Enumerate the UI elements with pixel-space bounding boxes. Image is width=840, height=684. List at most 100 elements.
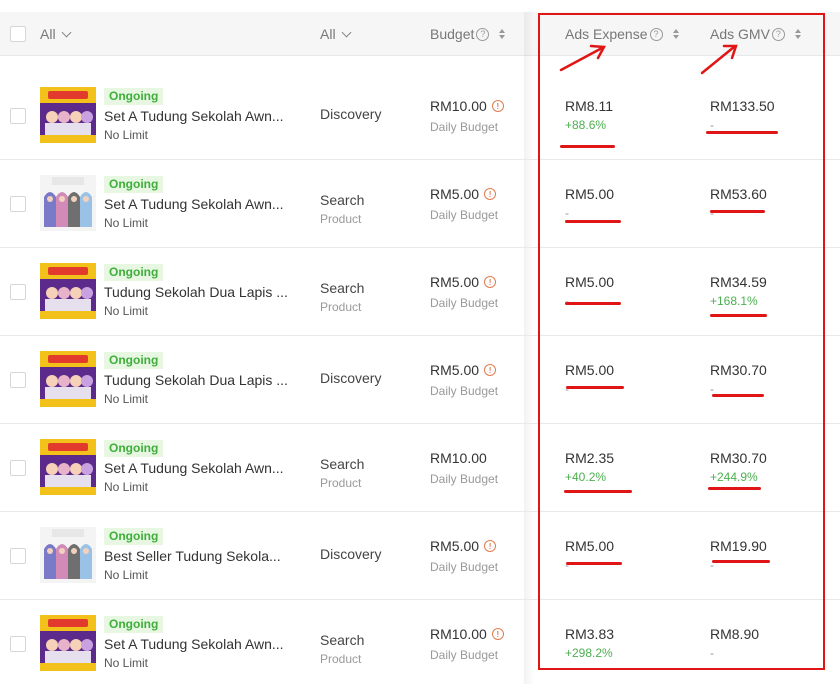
product-name-link[interactable]: Set A Tudung Sekolah Awn... bbox=[104, 108, 289, 124]
table-row[interactable]: Ongoing Set A Tudung Sekolah Awn... No L… bbox=[0, 424, 840, 512]
table-row[interactable]: Ongoing Set A Tudung Sekolah Awn... No L… bbox=[0, 160, 840, 248]
budget-type: Daily Budget bbox=[430, 120, 499, 134]
sort-icon[interactable] bbox=[672, 29, 679, 39]
budget-column-header[interactable]: Budget ? bbox=[430, 12, 506, 56]
budget-amount: RM5.00 bbox=[430, 186, 480, 202]
status-badge: Ongoing bbox=[104, 176, 164, 193]
ads-expense-change: - bbox=[565, 294, 569, 308]
product-name-link[interactable]: Set A Tudung Sekolah Awn... bbox=[104, 636, 289, 652]
row-checkbox[interactable] bbox=[10, 548, 26, 564]
table-row[interactable]: Ongoing Tudung Sekolah Dua Lapis ... No … bbox=[0, 248, 840, 336]
status-badge: Ongoing bbox=[104, 264, 164, 281]
info-icon[interactable]: ! bbox=[491, 100, 504, 112]
ad-type-filter-dropdown[interactable]: All bbox=[320, 12, 352, 56]
ad-type-label: Search bbox=[320, 280, 365, 296]
ad-type-label: Search bbox=[320, 632, 365, 648]
budget-type: Daily Budget bbox=[430, 560, 499, 574]
budget-value: RM10.00 bbox=[430, 450, 487, 466]
status-filter-dropdown[interactable]: All bbox=[40, 12, 72, 56]
row-checkbox[interactable] bbox=[10, 196, 26, 212]
product-thumbnail[interactable] bbox=[40, 439, 96, 495]
help-icon[interactable]: ? bbox=[476, 27, 490, 41]
ad-type: Search Product bbox=[320, 456, 364, 490]
ads-expense-value: RM8.11 bbox=[565, 98, 613, 114]
ads-expense-change: +88.6% bbox=[565, 118, 607, 132]
ads-expense-column-header[interactable]: Ads Expense ? bbox=[565, 12, 679, 56]
ad-type: Search Product bbox=[320, 280, 364, 314]
budget-amount: RM5.00 bbox=[430, 538, 480, 554]
status-filter-label: All bbox=[40, 26, 56, 42]
budget-value: RM5.00! bbox=[430, 186, 497, 202]
sort-icon[interactable] bbox=[499, 29, 506, 39]
row-checkbox[interactable] bbox=[10, 108, 26, 124]
info-icon[interactable]: ! bbox=[484, 364, 497, 376]
table-row[interactable]: Ongoing Set A Tudung Sekolah Awn... No L… bbox=[0, 72, 840, 160]
sort-icon[interactable] bbox=[794, 29, 801, 39]
row-checkbox[interactable] bbox=[10, 636, 26, 652]
ads-expense-value: RM5.00 bbox=[565, 362, 615, 378]
budget-type: Daily Budget bbox=[430, 296, 499, 310]
ad-type-label: Search bbox=[320, 192, 365, 208]
product-thumbnail[interactable] bbox=[40, 87, 96, 143]
product-thumbnail[interactable] bbox=[40, 527, 96, 583]
product-name-link[interactable]: Set A Tudung Sekolah Awn... bbox=[104, 196, 289, 212]
status-badge: Ongoing bbox=[104, 528, 164, 545]
budget-type: Daily Budget bbox=[430, 472, 499, 486]
ads-expense-header-label: Ads Expense bbox=[565, 26, 648, 42]
budget-type: Daily Budget bbox=[430, 384, 499, 398]
budget-header-label: Budget bbox=[430, 26, 475, 42]
ads-gmv-column-header[interactable]: Ads GMV ? bbox=[710, 12, 801, 56]
help-icon[interactable]: ? bbox=[771, 27, 785, 41]
product-name-link[interactable]: Tudung Sekolah Dua Lapis ... bbox=[104, 284, 289, 300]
ads-expense-value: RM3.83 bbox=[565, 626, 615, 642]
product-limit: No Limit bbox=[104, 392, 149, 406]
info-icon[interactable]: ! bbox=[491, 628, 504, 640]
select-all-checkbox[interactable] bbox=[10, 26, 26, 42]
ad-type-sub: Product bbox=[320, 476, 362, 490]
ads-gmv-change: +244.9% bbox=[710, 470, 758, 484]
product-thumbnail[interactable] bbox=[40, 263, 96, 319]
ads-expense-value: RM5.00 bbox=[565, 186, 615, 202]
table-row[interactable]: Ongoing Tudung Sekolah Dua Lapis ... No … bbox=[0, 336, 840, 424]
product-thumbnail[interactable] bbox=[40, 351, 96, 407]
ad-type-sub: Product bbox=[320, 300, 362, 314]
table-row[interactable]: Ongoing Set A Tudung Sekolah Awn... No L… bbox=[0, 600, 840, 684]
budget-value: RM5.00! bbox=[430, 362, 497, 378]
annotation-underline bbox=[712, 560, 770, 563]
annotation-underline bbox=[708, 487, 761, 490]
product-name-link[interactable]: Set A Tudung Sekolah Awn... bbox=[104, 460, 289, 476]
ad-type-label: Discovery bbox=[320, 370, 382, 386]
ad-type: Discovery bbox=[320, 546, 381, 562]
annotation-underline bbox=[560, 145, 615, 148]
info-icon[interactable]: ! bbox=[484, 188, 497, 200]
help-icon[interactable]: ? bbox=[649, 27, 663, 41]
annotation-underline bbox=[712, 394, 764, 397]
ads-gmv-value: RM30.70 bbox=[710, 450, 767, 466]
ad-type-sub: Product bbox=[320, 652, 362, 666]
row-checkbox[interactable] bbox=[10, 284, 26, 300]
budget-amount: RM10.00 bbox=[430, 626, 487, 642]
row-checkbox[interactable] bbox=[10, 372, 26, 388]
ads-gmv-value: RM19.90 bbox=[710, 538, 767, 554]
table-row[interactable]: Ongoing Best Seller Tudung Sekola... No … bbox=[0, 512, 840, 600]
info-icon[interactable]: ! bbox=[484, 540, 497, 552]
ads-gmv-header-label: Ads GMV bbox=[710, 26, 770, 42]
product-name-link[interactable]: Tudung Sekolah Dua Lapis ... bbox=[104, 372, 289, 388]
info-icon[interactable]: ! bbox=[484, 276, 497, 288]
budget-amount: RM5.00 bbox=[430, 274, 480, 290]
select-all-cell bbox=[10, 12, 26, 56]
status-badge: Ongoing bbox=[104, 440, 164, 457]
annotation-underline bbox=[710, 314, 767, 317]
ad-type-label: Discovery bbox=[320, 546, 382, 562]
row-checkbox[interactable] bbox=[10, 460, 26, 476]
ads-gmv-change: - bbox=[710, 118, 714, 132]
annotation-underline bbox=[565, 302, 621, 305]
product-thumbnail[interactable] bbox=[40, 175, 96, 231]
budget-type: Daily Budget bbox=[430, 648, 499, 662]
product-limit: No Limit bbox=[104, 568, 149, 582]
product-thumbnail[interactable] bbox=[40, 615, 96, 671]
status-badge: Ongoing bbox=[104, 616, 164, 633]
budget-amount: RM10.00 bbox=[430, 98, 487, 114]
product-limit: No Limit bbox=[104, 216, 149, 230]
product-name-link[interactable]: Best Seller Tudung Sekola... bbox=[104, 548, 289, 564]
